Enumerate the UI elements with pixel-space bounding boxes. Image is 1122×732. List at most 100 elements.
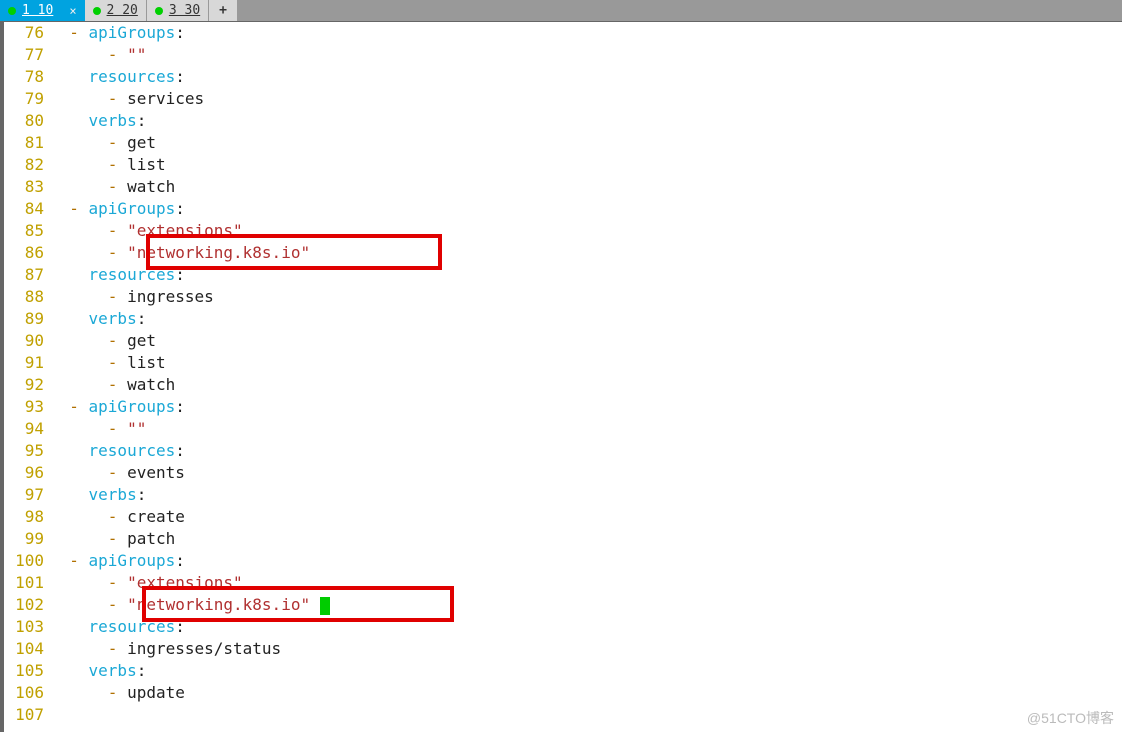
token-dash: -	[50, 375, 127, 394]
cursor	[320, 597, 330, 615]
code-line[interactable]: verbs:	[50, 110, 1122, 132]
token-plain: :	[175, 265, 185, 284]
code-line[interactable]: - events	[50, 462, 1122, 484]
code-line[interactable]: - patch	[50, 528, 1122, 550]
token-key: verbs	[89, 309, 137, 328]
token-key: verbs	[89, 485, 137, 504]
token-dash: -	[50, 573, 127, 592]
code-line[interactable]: resources:	[50, 616, 1122, 638]
line-number: 104	[4, 638, 44, 660]
line-number: 79	[4, 88, 44, 110]
line-number: 102	[4, 594, 44, 616]
code-line[interactable]: - ""	[50, 44, 1122, 66]
watermark: @51CTO博客	[1027, 708, 1114, 728]
token-str: ""	[127, 45, 146, 64]
code-line[interactable]: resources:	[50, 66, 1122, 88]
line-number: 92	[4, 374, 44, 396]
line-number: 86	[4, 242, 44, 264]
token-key: resources	[89, 617, 176, 636]
line-number: 84	[4, 198, 44, 220]
line-number: 78	[4, 66, 44, 88]
line-number: 101	[4, 572, 44, 594]
code-line[interactable]: verbs:	[50, 484, 1122, 506]
token-dash: -	[50, 199, 89, 218]
tab-3[interactable]: 3 30	[147, 0, 209, 21]
code-line[interactable]: - ""	[50, 418, 1122, 440]
editor[interactable]: 7677787980818283848586878889909192939495…	[0, 22, 1122, 732]
token-plain: :	[137, 111, 147, 130]
token-dash: -	[50, 89, 127, 108]
token-plain: events	[127, 463, 185, 482]
token-plain: list	[127, 155, 166, 174]
code-area[interactable]: - apiGroups: - "" resources: - services …	[50, 22, 1122, 732]
token-plain: ingresses	[127, 287, 214, 306]
code-line[interactable]: - "networking.k8s.io"	[50, 242, 1122, 264]
line-number: 99	[4, 528, 44, 550]
token-dash: -	[50, 397, 89, 416]
token-key: verbs	[89, 111, 137, 130]
token-key: apiGroups	[89, 199, 176, 218]
code-line[interactable]: - ingresses	[50, 286, 1122, 308]
token-plain: :	[137, 485, 147, 504]
close-icon[interactable]: ×	[59, 4, 76, 18]
line-number: 76	[4, 22, 44, 44]
tab-1[interactable]: 1 10 ×	[0, 0, 85, 21]
token-dash: -	[50, 177, 127, 196]
code-line[interactable]: - create	[50, 506, 1122, 528]
code-line[interactable]: - apiGroups:	[50, 22, 1122, 44]
tab-2[interactable]: 2 20	[85, 0, 147, 21]
token-key: resources	[89, 441, 176, 460]
code-line[interactable]: - "networking.k8s.io"	[50, 594, 1122, 616]
token-str: "networking.k8s.io"	[127, 243, 310, 262]
token-plain: :	[175, 441, 185, 460]
token-dash: -	[50, 133, 127, 152]
token-dash: -	[50, 353, 127, 372]
tab-bar: 1 10 × 2 20 3 30 +	[0, 0, 1122, 22]
code-line[interactable]: verbs:	[50, 660, 1122, 682]
token-key: resources	[89, 67, 176, 86]
line-number-gutter: 7677787980818283848586878889909192939495…	[4, 22, 50, 732]
token-plain: watch	[127, 177, 175, 196]
token-dash: -	[50, 639, 127, 658]
code-line[interactable]: resources:	[50, 264, 1122, 286]
code-line[interactable]: - services	[50, 88, 1122, 110]
line-number: 80	[4, 110, 44, 132]
token-key: resources	[89, 265, 176, 284]
code-line[interactable]: - apiGroups:	[50, 198, 1122, 220]
line-number: 93	[4, 396, 44, 418]
token-plain	[50, 661, 89, 680]
token-str: "extensions"	[127, 573, 243, 592]
plus-icon: +	[219, 3, 227, 18]
code-line[interactable]: - ingresses/status	[50, 638, 1122, 660]
token-plain: update	[127, 683, 185, 702]
token-dash: -	[50, 507, 127, 526]
line-number: 96	[4, 462, 44, 484]
add-tab-button[interactable]: +	[209, 0, 237, 21]
token-dash: -	[50, 45, 127, 64]
token-key: apiGroups	[89, 23, 176, 42]
code-line[interactable]: - list	[50, 352, 1122, 374]
token-plain: :	[137, 661, 147, 680]
code-line[interactable]	[50, 704, 1122, 726]
code-line[interactable]: verbs:	[50, 308, 1122, 330]
code-line[interactable]: - watch	[50, 374, 1122, 396]
token-plain: :	[175, 199, 185, 218]
token-dash: -	[50, 463, 127, 482]
code-line[interactable]: - "extensions"	[50, 220, 1122, 242]
code-line[interactable]: - update	[50, 682, 1122, 704]
code-line[interactable]: resources:	[50, 440, 1122, 462]
line-number: 106	[4, 682, 44, 704]
code-line[interactable]: - apiGroups:	[50, 396, 1122, 418]
token-plain	[50, 485, 89, 504]
code-line[interactable]: - watch	[50, 176, 1122, 198]
line-number: 105	[4, 660, 44, 682]
code-line[interactable]: - list	[50, 154, 1122, 176]
code-line[interactable]: - get	[50, 132, 1122, 154]
token-plain: :	[175, 23, 185, 42]
token-plain: :	[137, 309, 147, 328]
code-line[interactable]: - "extensions"	[50, 572, 1122, 594]
token-dash: -	[50, 331, 127, 350]
code-line[interactable]: - get	[50, 330, 1122, 352]
line-number: 83	[4, 176, 44, 198]
code-line[interactable]: - apiGroups:	[50, 550, 1122, 572]
